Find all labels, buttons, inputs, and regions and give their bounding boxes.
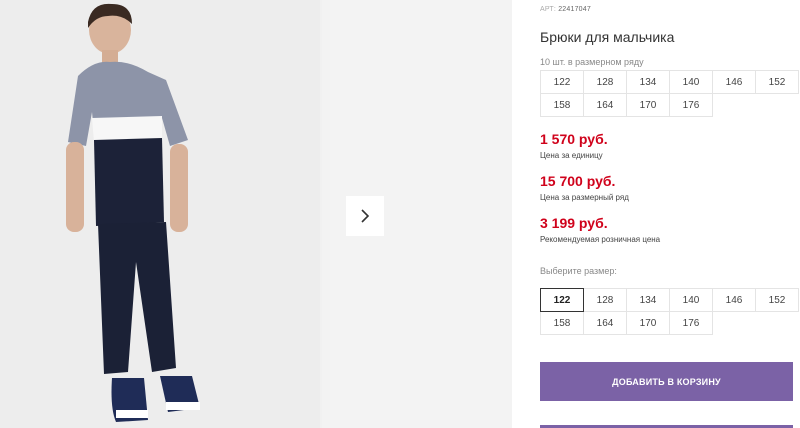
pack-label: 10 шт. в размерном ряду xyxy=(540,57,644,67)
size-option[interactable]: 158 xyxy=(540,311,584,335)
size-option-selected[interactable]: 122 xyxy=(540,288,584,312)
pack-size-cell: 140 xyxy=(669,70,713,94)
size-option[interactable]: 164 xyxy=(583,311,627,335)
pack-size-cell: 158 xyxy=(540,93,584,117)
size-option[interactable]: 134 xyxy=(626,288,670,312)
size-option[interactable]: 152 xyxy=(755,288,799,312)
size-option[interactable]: 170 xyxy=(626,311,670,335)
chevron-right-icon xyxy=(361,209,370,223)
gallery-next-button[interactable] xyxy=(346,196,384,236)
pack-size-cell: 164 xyxy=(583,93,627,117)
pack-size-cell: 128 xyxy=(583,70,627,94)
article-number: АРТ: 22417047 xyxy=(540,6,591,13)
pack-size-cell: 122 xyxy=(540,70,584,94)
add-to-cart-button[interactable]: ДОБАВИТЬ В КОРЗИНУ xyxy=(540,362,793,401)
unit-price-note: Цена за единицу xyxy=(540,151,603,160)
retail-price: 3 199 руб. xyxy=(540,215,608,231)
size-option[interactable]: 140 xyxy=(669,288,713,312)
size-option[interactable]: 128 xyxy=(583,288,627,312)
pack-size-cell: 146 xyxy=(712,70,756,94)
choose-size-label: Выберите размер: xyxy=(540,266,617,276)
retail-price-note: Рекомендуемая розничная цена xyxy=(540,235,661,244)
size-option[interactable]: 146 xyxy=(712,288,756,312)
article-label: АРТ: xyxy=(540,6,557,13)
boy-model-illustration xyxy=(0,0,320,428)
product-title: Брюки для мальчика xyxy=(540,29,675,45)
unit-price: 1 570 руб. xyxy=(540,131,608,147)
product-page: АРТ: 22417047 Брюки для мальчика 10 шт. … xyxy=(0,0,800,428)
pack-size-cell: 152 xyxy=(755,70,799,94)
pack-size-cell: 170 xyxy=(626,93,670,117)
pack-size-grid: 122 128 134 140 146 152 158 164 170 176 xyxy=(540,70,799,117)
article-value: 22417047 xyxy=(558,6,591,13)
size-selector-grid: 122 128 134 140 146 152 158 164 170 176 xyxy=(540,288,799,335)
product-gallery xyxy=(0,0,512,428)
pack-size-cell: 134 xyxy=(626,70,670,94)
pack-price-note: Цена за размерный ряд xyxy=(540,193,629,202)
pack-size-cell: 176 xyxy=(669,93,713,117)
product-photo[interactable] xyxy=(0,0,320,428)
pack-price: 15 700 руб. xyxy=(540,173,616,189)
size-option[interactable]: 176 xyxy=(669,311,713,335)
